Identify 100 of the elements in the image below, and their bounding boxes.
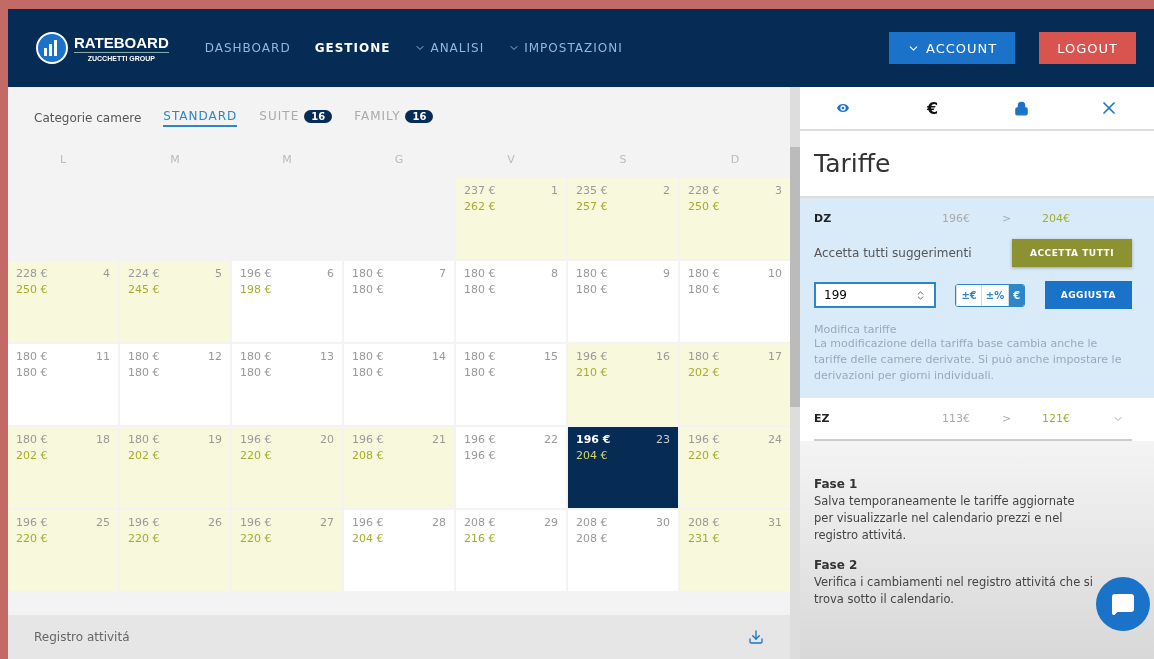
base-price: 196 €	[240, 516, 273, 529]
day-number: 18	[96, 433, 110, 446]
weekday-label: M	[169, 152, 181, 168]
calendar-day[interactable]: 180 € 18 202 €	[8, 427, 118, 508]
current-rate: 196€	[942, 212, 971, 225]
current-rate: 113€	[942, 412, 971, 425]
logout-button[interactable]: LOGOUT	[1039, 32, 1136, 64]
calendar-day[interactable]: 228 € 3 250 €	[680, 178, 790, 259]
calendar-day[interactable]: 196 € 28 204 €	[344, 510, 454, 591]
category-tab[interactable]: STANDARD	[163, 109, 238, 127]
calendar-day[interactable]: 228 € 4 250 €	[8, 261, 118, 342]
step-text: Verifica i cambiamenti nel registro attivitá che si trova sotto il calendario.	[814, 574, 1095, 608]
calendar-day[interactable]: 196 € 21 208 €	[344, 427, 454, 508]
calendar-day[interactable]: 180 € 7 180 €	[344, 261, 454, 342]
suggested-price: 204 €	[352, 532, 385, 545]
calendar-day[interactable]: 237 € 1 262 €	[456, 178, 566, 259]
suggested-price: 202 €	[688, 366, 721, 379]
day-number: 9	[663, 267, 670, 280]
calendar-day[interactable]: 196 € 23 204 €	[568, 427, 678, 508]
category-tab[interactable]: SUITE 16	[259, 109, 333, 127]
calendar-day[interactable]: 196 € 24 220 €	[680, 427, 790, 508]
count-badge: 16	[304, 109, 333, 123]
chat-icon	[1111, 592, 1135, 616]
suggested-price: 180 €	[352, 283, 385, 296]
room-section[interactable]	[800, 198, 1154, 398]
day-number: 19	[208, 433, 222, 446]
base-price: 180 €	[352, 350, 385, 363]
suggested-rate: 204€	[1042, 212, 1071, 225]
euro-tab[interactable]: €	[920, 97, 945, 119]
room-code: EZ	[814, 412, 831, 425]
scrollbar[interactable]	[790, 87, 800, 659]
suggested-price: 208 €	[576, 532, 609, 545]
suggested-price: 220 €	[240, 449, 273, 462]
day-number: 22	[544, 433, 558, 446]
lock-icon[interactable]	[1014, 100, 1029, 116]
suggested-price: 196 €	[464, 449, 497, 462]
nav-link[interactable]: DASHBOARD	[204, 41, 291, 55]
suggested-price: 180 €	[128, 366, 161, 379]
day-number: 24	[768, 433, 782, 446]
calendar-day[interactable]: 196 € 25 220 €	[8, 510, 118, 591]
adjust-button[interactable]: AGGIUSTA	[1044, 281, 1132, 309]
suggested-price: 262 €	[464, 200, 497, 213]
calendar-day[interactable]: 196 € 6 198 €	[232, 261, 342, 342]
calendar-day[interactable]: 196 € 20 220 €	[232, 427, 342, 508]
amount-field[interactable]: 199	[814, 282, 936, 308]
base-price: 208 €	[688, 516, 721, 529]
calendar-day[interactable]: 180 € 12 180 €	[120, 344, 230, 425]
base-price: 228 €	[688, 184, 721, 197]
calendar-day[interactable]: 180 € 17 202 €	[680, 344, 790, 425]
count-badge: 16	[405, 109, 434, 123]
calendar-day[interactable]: 224 € 5 245 €	[120, 261, 230, 342]
base-price: 180 €	[464, 267, 497, 280]
suggested-price: 180 €	[576, 283, 609, 296]
spinner-icon[interactable]	[915, 289, 926, 301]
calendar-day[interactable]: 196 € 16 210 €	[568, 344, 678, 425]
day-number: 6	[327, 267, 334, 280]
suggested-price: 208 €	[352, 449, 385, 462]
step-text: Salva temporaneamente le tariffe aggiornate per visualizzarle nel calendario prezzi e nel registro attivitá.	[814, 493, 1076, 544]
suggested-price: 202 €	[16, 449, 49, 462]
nav-link[interactable]: IMPOSTAZIONI	[508, 41, 623, 55]
calendar-day[interactable]: 208 € 30 208 €	[568, 510, 678, 591]
logo-icon	[34, 30, 70, 66]
calendar-day[interactable]: 196 € 22 196 €	[456, 427, 566, 508]
mode-toggle[interactable]: €	[1008, 284, 1025, 306]
base-price: 180 €	[352, 267, 385, 280]
day-number: 2	[663, 184, 670, 197]
day-number: 31	[768, 516, 782, 529]
mode-toggle[interactable]: ±€	[956, 284, 981, 306]
suggested-price: 180 €	[240, 366, 273, 379]
mode-toggle[interactable]: ±%	[980, 284, 1009, 306]
day-number: 4	[103, 267, 110, 280]
calendar-day[interactable]: 208 € 29 216 €	[456, 510, 566, 591]
category-tab[interactable]: FAMILY 16	[354, 109, 434, 127]
day-number: 15	[544, 350, 558, 363]
base-price: 180 €	[576, 267, 609, 280]
day-number: 8	[551, 267, 558, 280]
calendar-day[interactable]: 196 € 26 220 €	[120, 510, 230, 591]
base-price: 196 €	[688, 433, 721, 446]
nav-link[interactable]: GESTIONE	[314, 41, 391, 55]
calendar-day[interactable]: 208 € 31 231 €	[680, 510, 790, 591]
suggested-price: 250 €	[688, 200, 721, 213]
calendar-day[interactable]: 180 € 10 180 €	[680, 261, 790, 342]
day-number: 17	[768, 350, 782, 363]
suggested-price: 180 €	[688, 283, 721, 296]
day-number: 20	[320, 433, 334, 446]
calendar-day[interactable]: 180 € 14 180 €	[344, 344, 454, 425]
calendar-day[interactable]: 180 € 19 202 €	[120, 427, 230, 508]
accept-all-button[interactable]: ACCETTA TUTTI	[1012, 239, 1132, 267]
calendar-day[interactable]: 180 € 13 180 €	[232, 344, 342, 425]
calendar-day[interactable]: 180 € 9 180 €	[568, 261, 678, 342]
calendar-day[interactable]: 235 € 2 257 €	[568, 178, 678, 259]
base-price: 228 €	[16, 267, 49, 280]
day-number: 1	[551, 184, 558, 197]
download-icon[interactable]	[748, 629, 764, 645]
calendar-day[interactable]: 196 € 27 220 €	[232, 510, 342, 591]
account-button[interactable]: ACCOUNT	[889, 32, 1016, 64]
calendar-day[interactable]: 180 € 15 180 €	[456, 344, 566, 425]
nav-link[interactable]: ANALISI	[414, 41, 485, 55]
calendar-day[interactable]: 180 € 11 180 €	[8, 344, 118, 425]
calendar-day[interactable]: 180 € 8 180 €	[456, 261, 566, 342]
